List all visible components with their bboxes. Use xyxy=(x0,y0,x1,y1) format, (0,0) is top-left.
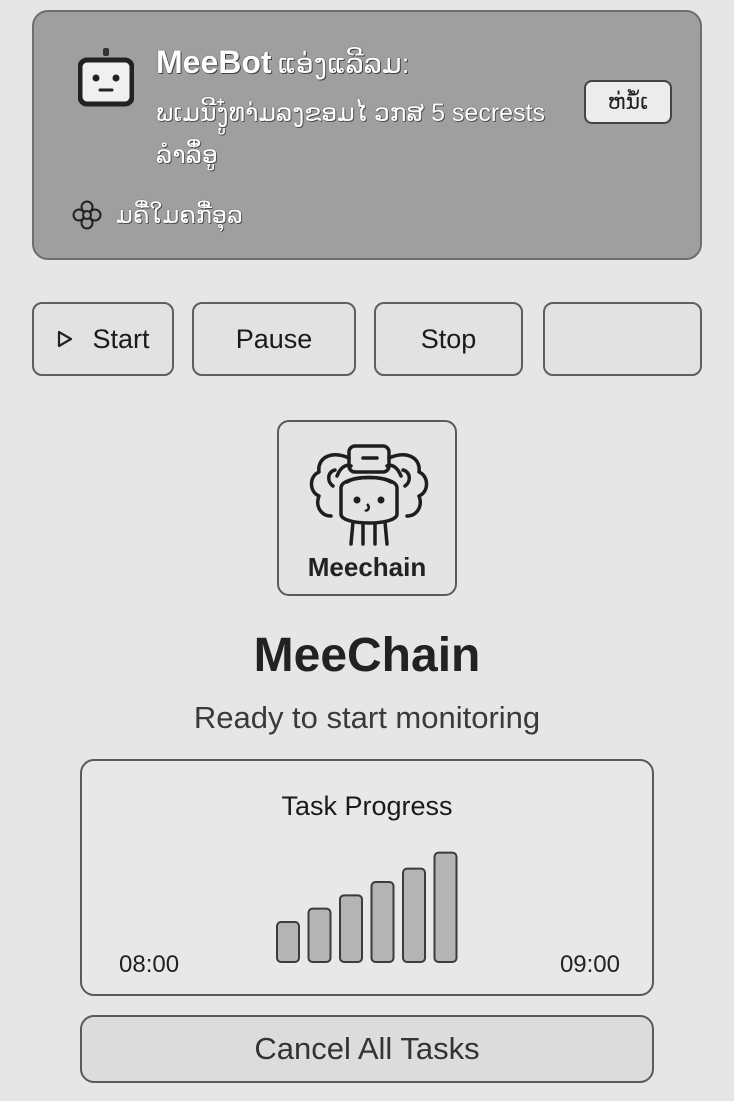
progress-bar-1 xyxy=(276,921,300,963)
empty-button[interactable] xyxy=(543,302,702,376)
meechain-logo: Meechain xyxy=(277,420,457,596)
stop-button-label: Stop xyxy=(420,323,477,354)
notification-title: MeeBot ແອ່ງແລີລມ: xyxy=(156,44,409,81)
app-title: MeeChain xyxy=(253,629,481,682)
mascot-icon xyxy=(309,444,429,546)
logo-wordmark: Meechain xyxy=(307,552,427,582)
pause-button[interactable]: Pause xyxy=(192,302,356,376)
notification-footer-text: ມຄີ໋ໃມຄກີ໋ອຸລ xyxy=(116,201,243,229)
task-progress-card: Task Progress 08:00 09:00 xyxy=(80,759,654,996)
start-button-label: Start xyxy=(92,323,150,354)
notification-subtitle: ແອ່ງແລີລມ: xyxy=(277,48,410,79)
notification-footer[interactable]: ມຄີ໋ໃມຄກີ໋ອຸລ xyxy=(72,200,243,230)
progress-bar-2 xyxy=(307,907,332,964)
play-icon xyxy=(58,330,73,348)
notification-body: ພເມນີງູ໋ທາ່ມລງຂອມໄ ວກສ 5 secrests ລຳລິ໋ອ… xyxy=(156,99,546,169)
notification-card: MeeBot ແອ່ງແລີລມ: ພເມນີງູ໋ທາ່ມລງຂອມໄ ວກສ … xyxy=(32,10,702,260)
notification-action-button[interactable]: ຫ່ນໍ້ເ xyxy=(584,80,672,124)
progress-end-time: 09:00 xyxy=(559,951,620,978)
progress-start-time: 08:00 xyxy=(119,951,180,978)
progress-bar-6 xyxy=(433,851,458,963)
robot-icon xyxy=(78,48,134,107)
notification-app-name: MeeBot xyxy=(156,44,272,80)
status-text: Ready to start monitoring xyxy=(193,700,541,735)
progress-bar-4 xyxy=(370,881,395,963)
pause-button-label: Pause xyxy=(235,323,313,354)
stop-button[interactable]: Stop xyxy=(374,302,523,376)
start-button[interactable]: Start xyxy=(32,302,174,376)
progress-bar-3 xyxy=(339,894,363,963)
flower-icon xyxy=(72,200,102,230)
cancel-all-tasks-button[interactable]: Cancel All Tasks xyxy=(80,1015,654,1083)
progress-bar-5 xyxy=(402,867,426,963)
